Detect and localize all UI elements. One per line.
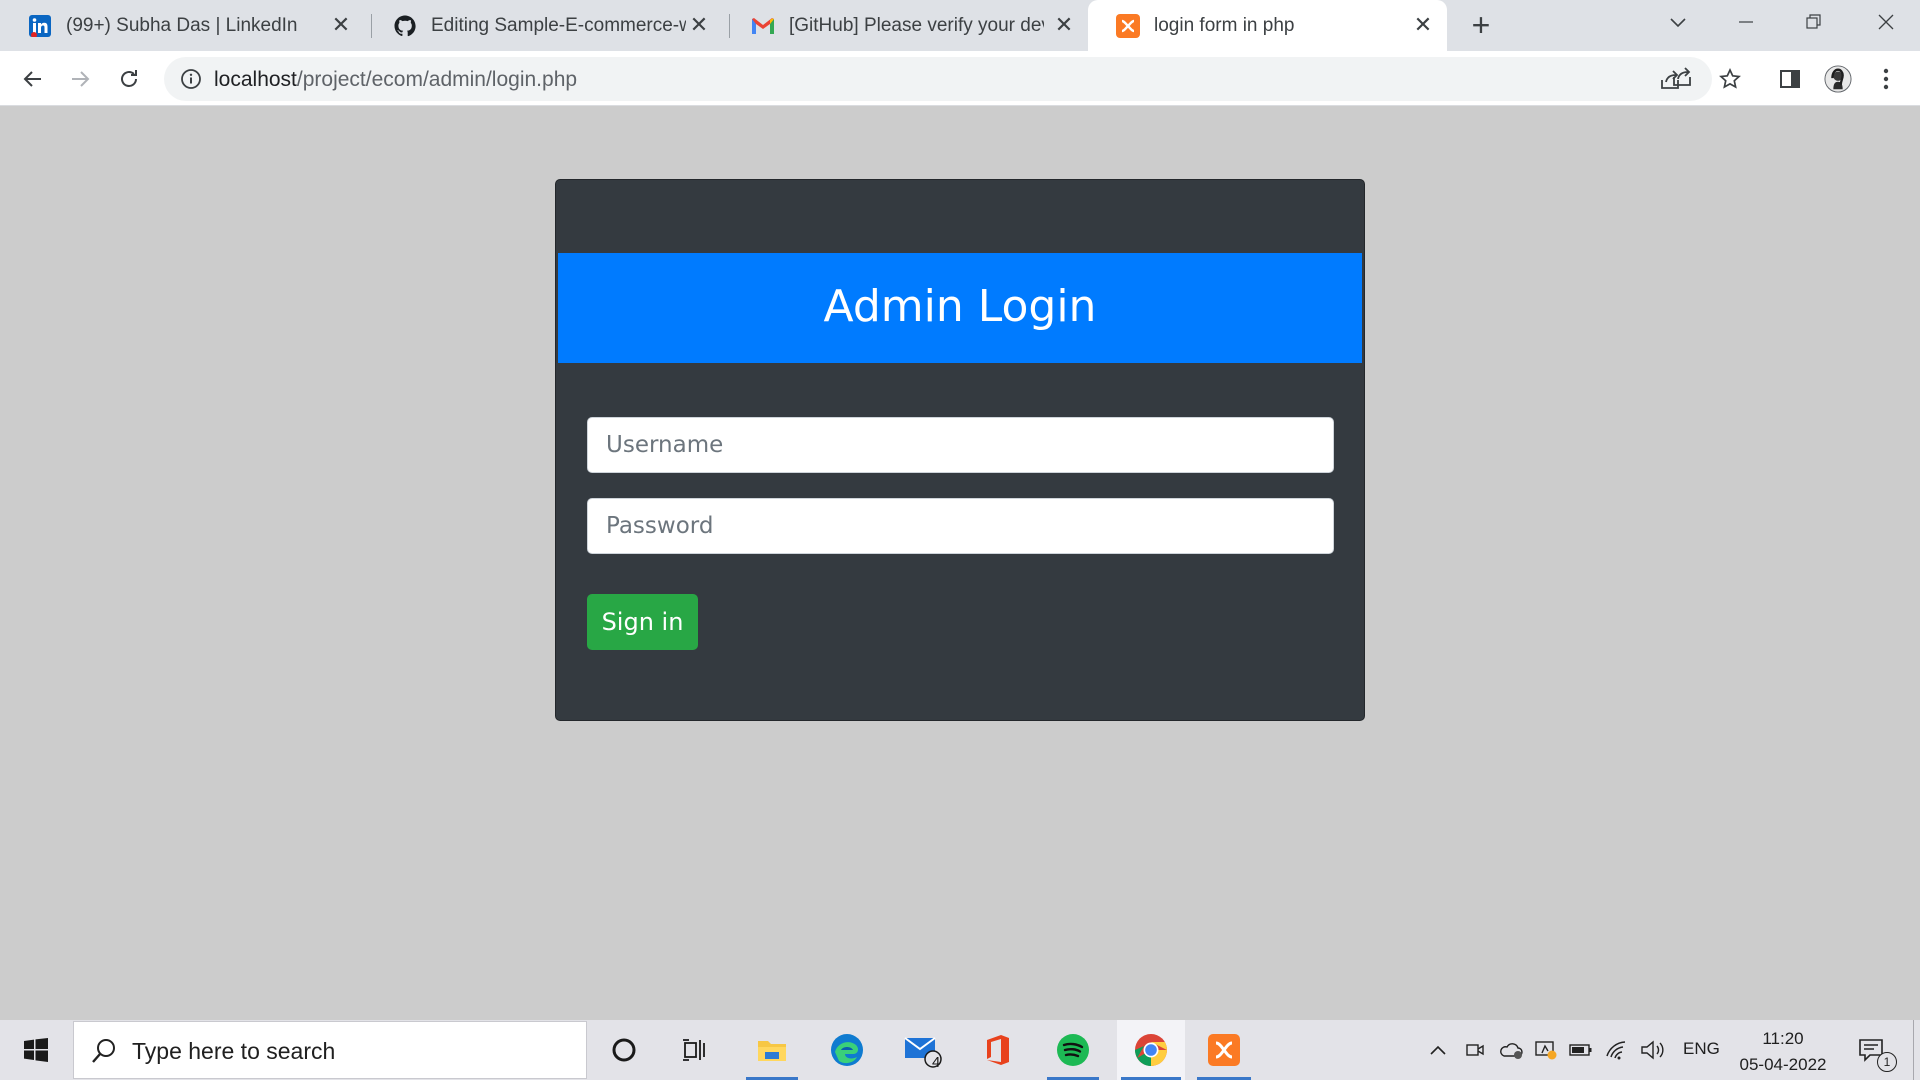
clock-date: 05-04-2022	[1739, 1055, 1827, 1074]
close-tab-icon[interactable]: ✕	[687, 13, 711, 37]
browser-toolbar: localhost/project/ecom/admin/login.php	[0, 51, 1920, 106]
show-desktop-button[interactable]	[1913, 1020, 1914, 1080]
windows-logo-icon	[24, 1038, 48, 1062]
wifi-icon	[1606, 1041, 1626, 1060]
page-title: Admin Login	[823, 281, 1097, 332]
battery-tray[interactable]	[1566, 1020, 1596, 1080]
tab-title: login form in php	[1154, 14, 1295, 36]
xampp-icon	[1116, 13, 1140, 38]
login-card: Admin Login Sign in	[555, 179, 1365, 721]
close-tab-icon[interactable]: ✕	[1052, 13, 1076, 37]
search-placeholder: Type here to search	[132, 1038, 336, 1064]
onedrive-tray[interactable]	[1495, 1020, 1527, 1080]
notification-center-button[interactable]: 1	[1852, 1020, 1897, 1080]
profile-avatar-button[interactable]	[1824, 65, 1852, 93]
star-icon	[1719, 67, 1741, 89]
tab-github[interactable]: Editing Sample-E-commerce-wel ✕	[365, 0, 723, 51]
back-button[interactable]	[16, 62, 50, 96]
taskbar-search[interactable]: Type here to search	[73, 1021, 587, 1079]
task-view-icon	[683, 1039, 705, 1061]
battery-icon	[1569, 1044, 1592, 1056]
tab-title: [GitHub] Please verify your devic	[789, 14, 1044, 36]
volume-tray[interactable]	[1637, 1020, 1669, 1080]
mail-app[interactable]: 4	[893, 1020, 953, 1080]
search-icon	[92, 1039, 115, 1063]
office-app[interactable]	[968, 1020, 1028, 1080]
close-tab-icon[interactable]: ✕	[1411, 13, 1435, 37]
address-bar[interactable]: localhost/project/ecom/admin/login.php	[164, 57, 1712, 101]
tab-strip: (99+) Subha Das | LinkedIn ✕ Editing Sam…	[0, 0, 1920, 51]
bookmark-star-button[interactable]	[1716, 65, 1744, 93]
mail-badge: 4	[932, 1054, 941, 1071]
windows-taskbar: Type here to search 4 ENG 11:20 05-04-20…	[0, 1020, 1920, 1080]
restore-icon	[1806, 14, 1821, 29]
side-panel-button[interactable]	[1776, 65, 1804, 93]
tab-gmail[interactable]: [GitHub] Please verify your devic ✕	[723, 0, 1088, 51]
username-input[interactable]	[587, 417, 1334, 473]
new-tab-button[interactable]: +	[1466, 9, 1496, 41]
close-window-button[interactable]	[1852, 0, 1920, 44]
chevron-down-icon	[1670, 18, 1686, 28]
more-vert-icon	[1883, 68, 1889, 90]
clock[interactable]: 11:20 05-04-2022	[1728, 1026, 1838, 1078]
office-icon	[987, 1035, 1009, 1065]
chrome-icon	[1135, 1034, 1167, 1066]
tab-title: Editing Sample-E-commerce-wel	[431, 14, 686, 36]
info-icon[interactable]	[180, 68, 202, 90]
cortana-button[interactable]	[594, 1020, 654, 1080]
clock-time: 11:20	[1762, 1029, 1804, 1048]
reload-icon	[121, 70, 137, 87]
edge-app[interactable]	[817, 1020, 877, 1080]
input-language[interactable]: ENG	[1683, 1039, 1720, 1059]
restore-button[interactable]	[1780, 0, 1848, 44]
share-page-icon[interactable]	[1670, 65, 1694, 89]
chrome-app[interactable]	[1117, 1020, 1185, 1080]
camera-icon	[1466, 1044, 1484, 1056]
start-button[interactable]	[0, 1020, 72, 1080]
close-icon	[1878, 14, 1894, 30]
tab-linkedin[interactable]: (99+) Subha Das | LinkedIn ✕	[0, 0, 365, 51]
avatar	[1824, 65, 1852, 93]
xampp-app[interactable]	[1193, 1020, 1255, 1080]
tab-login-form[interactable]: login form in php ✕	[1088, 0, 1447, 51]
side-panel-icon	[1780, 70, 1800, 88]
back-arrow-icon	[23, 71, 41, 87]
close-tab-icon[interactable]: ✕	[329, 13, 353, 37]
speaker-icon	[1641, 1040, 1664, 1060]
sign-in-button[interactable]: Sign in	[587, 594, 698, 650]
shield-alert-icon	[1535, 1041, 1557, 1060]
forward-arrow-icon	[72, 71, 90, 87]
reload-button[interactable]	[112, 62, 146, 96]
folder-icon	[758, 1041, 786, 1061]
security-tray[interactable]	[1531, 1020, 1561, 1080]
task-view-button[interactable]	[666, 1020, 726, 1080]
file-explorer-app[interactable]	[742, 1020, 802, 1080]
login-header: Admin Login	[558, 253, 1362, 363]
spotify-app[interactable]	[1043, 1020, 1103, 1080]
xampp-taskbar-icon	[1208, 1034, 1240, 1066]
url-host: localhost	[214, 68, 297, 91]
spotify-icon	[1057, 1034, 1089, 1066]
wifi-tray[interactable]	[1602, 1020, 1632, 1080]
meet-now-tray[interactable]	[1460, 1020, 1490, 1080]
minimize-icon	[1739, 21, 1753, 23]
forward-button[interactable]	[63, 62, 97, 96]
tab-search-button[interactable]	[1644, 0, 1712, 44]
url-text: localhost/project/ecom/admin/login.php	[214, 68, 577, 92]
notification-count: 1	[1877, 1052, 1897, 1072]
password-input[interactable]	[587, 498, 1334, 554]
chevron-up-icon	[1430, 1045, 1446, 1055]
tab-title: (99+) Subha Das | LinkedIn	[66, 14, 298, 36]
github-icon	[393, 14, 417, 38]
browser-menu-button[interactable]	[1872, 65, 1900, 93]
edge-icon	[831, 1034, 863, 1066]
url-path: /project/ecom/admin/login.php	[296, 68, 578, 91]
cloud-icon	[1500, 1043, 1523, 1059]
gmail-icon	[751, 14, 775, 38]
page-content: Admin Login Sign in	[0, 106, 1920, 1020]
minimize-button[interactable]	[1712, 0, 1780, 44]
linkedin-icon	[28, 14, 52, 38]
show-hidden-icons-button[interactable]	[1424, 1020, 1452, 1080]
cortana-icon	[612, 1038, 636, 1062]
